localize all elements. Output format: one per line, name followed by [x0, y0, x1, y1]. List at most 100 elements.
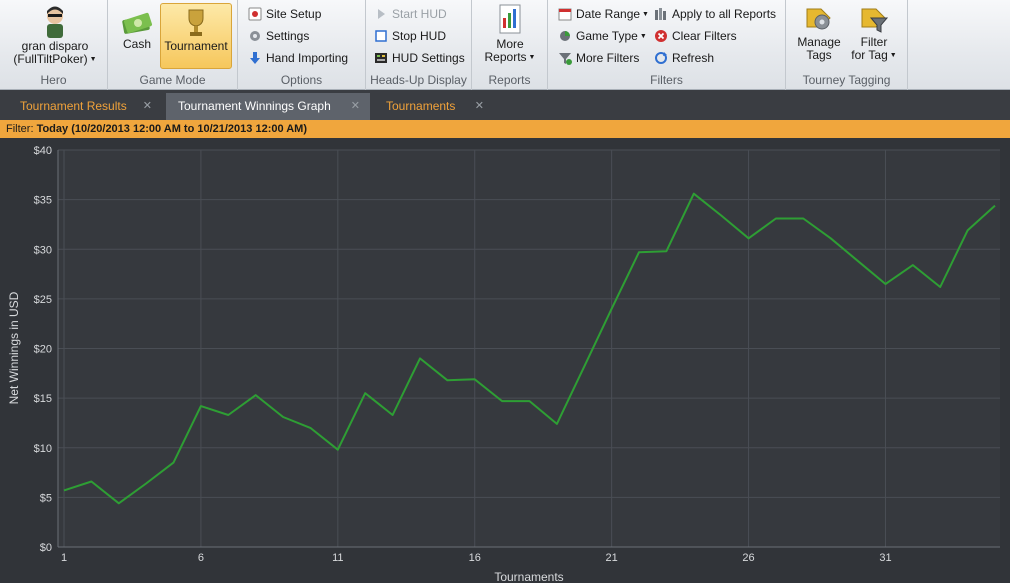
tag-filter-icon [861, 8, 889, 33]
tournament-label: Tournament [164, 39, 228, 53]
chevron-down-icon: ▼ [89, 56, 97, 63]
hand-importing-button[interactable]: Hand Importing [248, 49, 348, 67]
apply-to-all-reports-label: Apply to all Reports [672, 7, 777, 21]
gear-icon [250, 31, 260, 41]
manage-tags-button[interactable]: Manage Tags [792, 4, 846, 68]
y-tick-label: $35 [34, 195, 52, 207]
tab-tournament-winnings-graph[interactable]: Tournament Winnings Graph ✕ [166, 93, 370, 120]
y-tick-label: $25 [34, 294, 52, 306]
filter-for-tag-button[interactable]: Filter for Tag ▼ [846, 4, 902, 68]
tournament-button[interactable]: Tournament [160, 3, 232, 69]
options-group-label: Options [280, 73, 323, 87]
filter-value: Today (10/20/2013 12:00 AM to 10/21/2013… [36, 123, 308, 135]
tab-tournament-results[interactable]: Tournament Results ✕ [8, 93, 162, 120]
y-tick-label: $30 [34, 244, 52, 256]
options-group: Site Setup Settings Hand Importing Optio… [238, 0, 366, 90]
y-tick-label: $0 [40, 542, 52, 554]
tourney-tagging-group-label: Tourney Tagging [802, 73, 891, 87]
y-tick-label: $20 [34, 344, 52, 356]
x-tick-label: 1 [61, 552, 67, 564]
stop-hud-label: Stop HUD [392, 29, 447, 43]
start-hud-button[interactable]: Start HUD [374, 5, 447, 23]
date-range-label: Date Range [576, 7, 641, 21]
hand-importing-label: Hand Importing [266, 51, 349, 65]
filters-group-label: Filters [650, 73, 683, 87]
tab-label: Tournament Winnings Graph [178, 99, 331, 113]
calendar-icon [558, 8, 572, 21]
play-icon [378, 9, 385, 19]
ribbon-toolbar: gran disparo (FullTiltPoker) ▼ Hero Cash … [0, 0, 1010, 90]
import-arrow-icon [250, 52, 260, 64]
game-mode-group: Cash Tournament Game Mode [108, 0, 238, 90]
y-tick-label: $5 [40, 492, 52, 504]
active-filter-bar: Filter: Today (10/20/2013 12:00 AM to 10… [0, 120, 1010, 138]
winnings-line-chart: $0$5$10$15$20$25$30$35$40 1 6 11 16 21 26 31 N… [7, 145, 1000, 583]
stop-hud-button[interactable]: Stop HUD [374, 27, 446, 45]
x-tick-label: 31 [879, 552, 891, 564]
cash-button[interactable]: Cash [114, 4, 160, 68]
tab-tournaments[interactable]: Tournaments ✕ [374, 93, 494, 120]
more-reports-button[interactable]: More Reports ▼ [480, 4, 540, 68]
reports-group: More Reports ▼ Reports [472, 0, 548, 90]
chevron-down-icon: ▼ [639, 33, 647, 40]
game-type-button[interactable]: Game Type ▼ [558, 27, 647, 45]
tab-label: Tournaments [386, 99, 456, 113]
refresh-icon [655, 52, 667, 64]
tag-gear-icon [806, 8, 831, 30]
refresh-label: Refresh [672, 51, 715, 65]
game-mode-group-label: Game Mode [139, 73, 206, 87]
hud-settings-button[interactable]: HUD Settings [374, 49, 465, 67]
winnings-graph: $0 $5 $10 $15 $20 $25 $30 $35 $40 1 6 11 16 21 26 31 N… [0, 138, 1010, 583]
site-setup-button[interactable]: Site Setup [248, 5, 321, 23]
hero-group-label: Hero [40, 73, 67, 87]
apply-all-icon [655, 8, 666, 20]
x-tick-label: 6 [198, 552, 204, 564]
tab-label: Tournament Results [20, 99, 127, 113]
cash-icon [122, 12, 153, 34]
reports-group-label: Reports [488, 73, 531, 87]
game-type-label: Game Type [576, 29, 638, 43]
more-reports-label-2: Reports [484, 50, 527, 64]
settings-label: Settings [266, 29, 310, 43]
more-filters-button[interactable]: More Filters [558, 49, 639, 67]
y-tick-label: $10 [34, 443, 52, 455]
y-tick-label: $15 [34, 393, 52, 405]
hero-selector-button[interactable]: gran disparo (FullTiltPoker) ▼ [8, 4, 102, 70]
hero-group: gran disparo (FullTiltPoker) ▼ Hero [0, 0, 108, 90]
filter-prefix: Filter: [6, 123, 34, 135]
hud-grid-icon [375, 53, 387, 63]
refresh-button[interactable]: Refresh [654, 49, 714, 67]
trophy-icon [188, 9, 204, 36]
cash-label: Cash [122, 37, 151, 51]
start-hud-label: Start HUD [392, 7, 447, 21]
chevron-down-icon: ▼ [889, 52, 897, 59]
report-document-icon [499, 4, 521, 34]
hud-group-label: Heads-Up Display [370, 73, 467, 87]
x-axis-title: Tournaments [494, 570, 563, 583]
chevron-down-icon: ▼ [642, 11, 649, 18]
settings-button[interactable]: Settings [248, 27, 309, 45]
x-tick-label: 11 [332, 552, 343, 564]
close-icon[interactable]: ✕ [143, 93, 152, 120]
user-avatar-icon [47, 6, 63, 38]
clear-filters-button[interactable]: Clear Filters [654, 27, 737, 45]
date-range-button[interactable]: Date Range ▼ [558, 5, 649, 23]
report-tab-bar: Tournament Results ✕ Tournament Winnings… [0, 90, 1010, 120]
hud-group: Start HUD Stop HUD HUD Settings Heads-Up… [366, 0, 472, 90]
close-icon [655, 30, 667, 42]
x-tick-label: 26 [742, 552, 754, 564]
manage-tags-label-2: Tags [806, 48, 832, 62]
more-filters-label: More Filters [576, 51, 640, 65]
y-axis-title: Net Winnings in USD [7, 291, 21, 404]
clear-filters-label: Clear Filters [672, 29, 737, 43]
filter-for-tag-label-2: for Tag [851, 48, 888, 62]
poker-chip-icon [248, 7, 262, 21]
filters-group: Date Range ▼ Game Type ▼ More Filters Appl… [548, 0, 786, 90]
apply-to-all-reports-button[interactable]: Apply to all Reports [654, 5, 776, 23]
y-tick-label: $40 [34, 145, 52, 157]
game-type-icon [560, 31, 570, 41]
hero-site: (FullTiltPoker) [13, 52, 88, 66]
hud-settings-label: HUD Settings [392, 51, 465, 65]
close-icon[interactable]: ✕ [475, 93, 484, 120]
close-icon[interactable]: ✕ [351, 93, 360, 120]
